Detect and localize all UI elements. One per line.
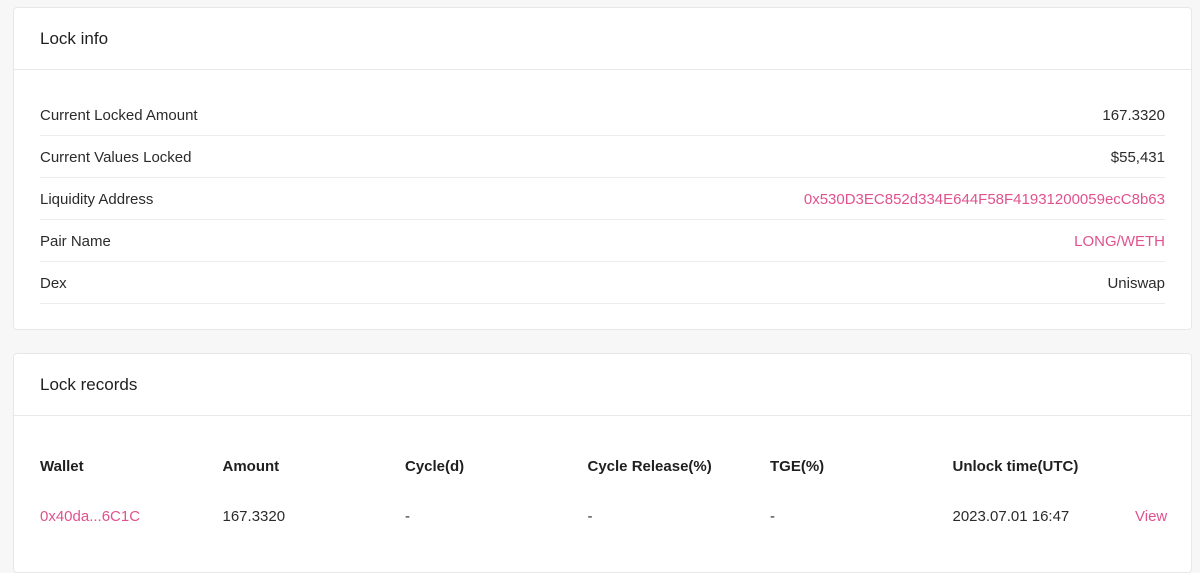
info-value-values-locked: $55,431	[1110, 149, 1165, 166]
cell-tge: -	[770, 507, 775, 525]
info-label: Pair Name	[40, 233, 111, 250]
wallet-link[interactable]: 0x40da...6C1C	[40, 508, 223, 525]
cell-amount: 167.3320	[222, 507, 286, 525]
info-row-pair-name: Pair Name LONG/WETH	[40, 220, 1165, 262]
info-value-locked-amount: 167.3320	[1102, 107, 1165, 124]
lock-info-list: Current Locked Amount 167.3320 Current V…	[14, 70, 1191, 304]
lock-info-card: Lock info Current Locked Amount 167.3320…	[13, 7, 1192, 330]
column-header-cycle-release: Cycle Release(%)	[587, 457, 712, 475]
view-record-link[interactable]: View	[1135, 508, 1167, 525]
cell-cycle-release: -	[587, 507, 593, 525]
info-label: Dex	[40, 275, 67, 292]
liquidity-address-link[interactable]: 0x530D3EC852d334E644F58F41931200059ecC8b…	[804, 191, 1165, 208]
column-header-wallet: Wallet	[40, 457, 84, 475]
info-row-liquidity-address: Liquidity Address 0x530D3EC852d334E644F5…	[40, 178, 1165, 220]
info-value-dex: Uniswap	[1107, 275, 1165, 292]
table-row: 0x40da...6C1C 167.3320 - - - 2023.07.01 …	[40, 491, 1167, 541]
lock-records-title: Lock records	[14, 354, 1191, 416]
column-header-tge: TGE(%)	[770, 457, 825, 475]
info-row-dex: Dex Uniswap	[40, 262, 1165, 304]
column-header-unlock-time: Unlock time(UTC)	[952, 457, 1079, 475]
info-label: Current Values Locked	[40, 149, 192, 166]
table-header-row: Wallet Amount Cycle(d) Cycle Release(%) …	[40, 441, 1165, 491]
column-header-amount: Amount	[222, 457, 280, 475]
cell-unlock-time: 2023.07.01 16:47	[952, 507, 1070, 525]
info-label: Liquidity Address	[40, 191, 154, 208]
info-row-locked-amount: Current Locked Amount 167.3320	[40, 94, 1165, 136]
cell-cycle: -	[405, 507, 410, 525]
pair-name-link[interactable]: LONG/WETH	[1074, 233, 1165, 250]
column-header-cycle: Cycle(d)	[405, 457, 465, 475]
lock-records-table: Wallet Amount Cycle(d) Cycle Release(%) …	[14, 441, 1191, 541]
info-row-values-locked: Current Values Locked $55,431	[40, 136, 1165, 178]
lock-records-card: Lock records Wallet Amount Cycle(d) Cycl…	[13, 353, 1192, 573]
info-label: Current Locked Amount	[40, 107, 198, 124]
lock-info-title: Lock info	[14, 8, 1191, 70]
